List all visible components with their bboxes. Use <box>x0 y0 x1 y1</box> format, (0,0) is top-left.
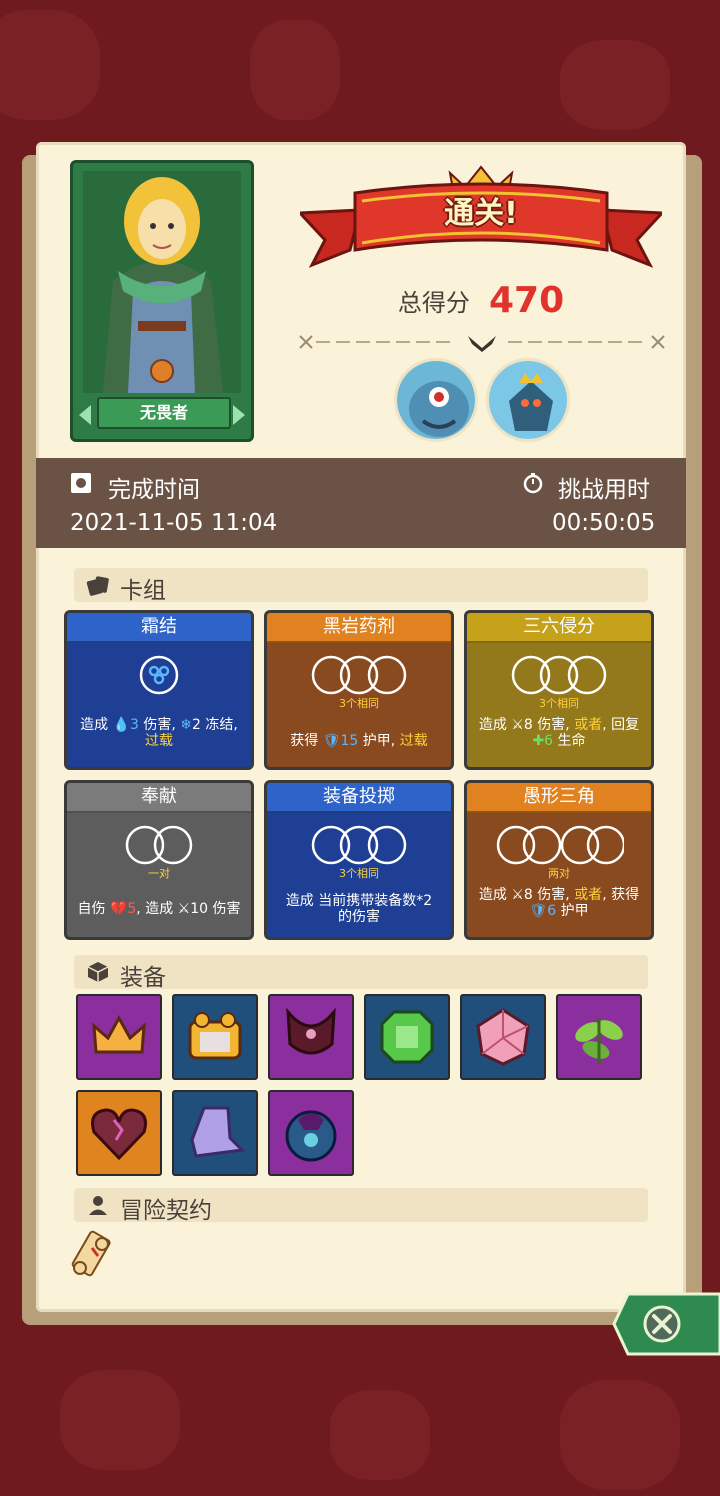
emerald-gem-icon <box>380 1010 434 1064</box>
deck-card[interactable]: 黑岩药剂 3个相同 获得 🛡15 护甲, 过载 <box>264 610 454 770</box>
contract-section-title: 冒险契约 <box>120 1198 212 1224</box>
score-label: 总得分 <box>397 289 470 317</box>
crystal-die-icon <box>476 1008 530 1066</box>
deck-card[interactable]: 三六侵分 3个相同 造成 ⚔8 伤害, 或者, 回复 ✚6 生命 <box>464 610 654 770</box>
background-shape <box>330 1390 430 1480</box>
cube-icon <box>87 962 109 982</box>
dice-slots-icon <box>125 825 193 865</box>
card-title: 奉献 <box>67 783 251 813</box>
equipment-slot[interactable] <box>460 994 546 1080</box>
card-title: 三六侵分 <box>467 613 651 643</box>
cursed-heart-icon <box>91 1108 147 1161</box>
card-title: 霜结 <box>67 613 251 643</box>
dice-slots-icon <box>311 825 407 865</box>
card-description: 造成 ⚔8 伤害, 或者, 回复 ✚6 生命 <box>478 717 640 749</box>
boss-portrait-cyclops[interactable] <box>394 358 478 442</box>
crown-icon <box>92 1014 146 1054</box>
equipment-slot[interactable] <box>172 994 258 1080</box>
hero-card[interactable]: 无畏者 <box>70 160 254 442</box>
deck-section-header: 卡组 <box>74 568 648 604</box>
card-description: 造成 ⚔8 伤害, 或者, 获得 🛡6 护甲 <box>478 887 640 919</box>
deck-card[interactable]: 愚形三角 两对 造成 ⚔8 伤害, 或者, 获得 🛡6 护甲 <box>464 780 654 940</box>
dice-slots-icon <box>496 825 626 865</box>
card-condition: 两对 <box>548 867 570 880</box>
card-description: 自伤 💔5, 造成 ⚔10 伤害 <box>77 901 241 917</box>
finish-time-value: 2021-11-05 11:04 <box>70 510 278 536</box>
card-description: 造成 💧3 伤害, ❄2 冻结, 过载 <box>80 717 238 749</box>
dice-slots-icon <box>511 655 607 695</box>
card-description: 造成 当前携带装备数*2 的伤害 <box>285 893 433 925</box>
dragon-amulet-icon <box>285 1110 337 1162</box>
background-shape <box>250 20 340 120</box>
equipment-slot[interactable] <box>364 994 450 1080</box>
card-title: 愚形三角 <box>467 783 651 813</box>
card-condition: 3个相同 <box>339 697 379 710</box>
dice-slot-icon <box>139 655 179 695</box>
cards-icon <box>86 576 109 596</box>
equipment-slot[interactable] <box>268 994 354 1080</box>
deck-card[interactable]: 奉献 一对 自伤 💔5, 造成 ⚔10 伤害 <box>64 780 254 940</box>
treasure-chest-icon <box>188 1012 242 1060</box>
background-shape <box>0 10 100 120</box>
card-condition: 3个相同 <box>339 867 379 880</box>
challenge-time-value: 00:50:05 <box>552 510 656 536</box>
leaf-plant-icon <box>575 1018 623 1064</box>
equipment-section-header: 装备 <box>74 955 648 991</box>
finish-time-label: 完成时间 <box>108 477 200 503</box>
equipment-slot[interactable] <box>172 1090 258 1176</box>
background-shape <box>560 1380 680 1490</box>
card-condition: 3个相同 <box>539 697 579 710</box>
close-button[interactable] <box>612 1292 720 1356</box>
person-icon <box>89 1196 107 1215</box>
hero-prev-arrow-icon[interactable] <box>79 405 91 425</box>
hero-name: 无畏者 <box>97 397 231 429</box>
deck-card[interactable]: 装备投掷 3个相同 造成 当前携带装备数*2 的伤害 <box>264 780 454 940</box>
crystal-boot-icon <box>190 1106 246 1158</box>
challenge-time-label: 挑战用时 <box>558 477 650 503</box>
necklace-armor-icon <box>286 1007 336 1055</box>
stopwatch-icon <box>523 473 543 494</box>
card-condition: 一对 <box>148 867 170 880</box>
equipment-slot[interactable] <box>76 994 162 1080</box>
equipment-slot[interactable] <box>76 1090 162 1176</box>
score-value: 470 <box>488 280 565 321</box>
score-row: 总得分 470 <box>300 280 662 321</box>
hero-next-arrow-icon[interactable] <box>233 405 245 425</box>
deck-section-title: 卡组 <box>120 578 166 604</box>
background-shape <box>560 40 670 130</box>
victory-title: 通关! <box>444 196 518 231</box>
card-title: 装备投掷 <box>267 783 451 813</box>
contract-section-header: 冒险契约 <box>74 1188 648 1224</box>
ornament-divider <box>299 335 665 352</box>
card-description: 获得 🛡15 护甲, 过载 <box>290 733 428 749</box>
dice-slots-icon <box>311 655 407 695</box>
deck-card[interactable]: 霜结 造成 💧3 伤害, ❄2 冻结, 过载 <box>64 610 254 770</box>
scroll-contract-icon[interactable] <box>68 1228 116 1280</box>
equipment-section-title: 装备 <box>120 965 166 991</box>
equipment-slot[interactable] <box>268 1090 354 1176</box>
equipment-slot[interactable] <box>556 994 642 1080</box>
boss-portrait-squid-king[interactable] <box>486 358 570 442</box>
hero-portrait-icon <box>83 171 241 393</box>
card-title: 黑岩药剂 <box>267 613 451 643</box>
film-clock-icon <box>71 473 91 493</box>
background-shape <box>60 1370 180 1470</box>
